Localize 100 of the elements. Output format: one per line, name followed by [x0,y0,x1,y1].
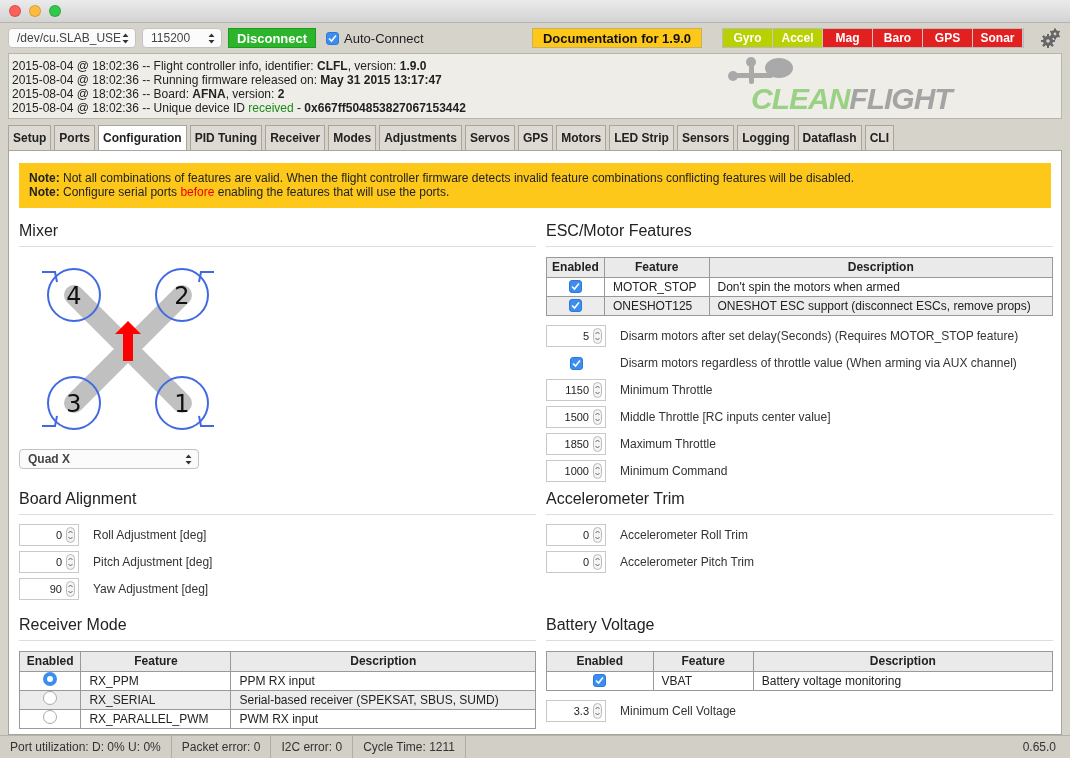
status-item: I2C error: 0 [271,736,354,758]
sensor-indicator: Mag [823,29,873,47]
number-field[interactable]: 0 [19,551,79,573]
spinner-icon[interactable] [593,463,602,479]
tab[interactable]: Ports [54,125,96,150]
spinner-icon[interactable] [593,436,602,452]
note-text: Note: Configure serial ports before enabling the features that will use the ports. [29,186,451,199]
column-header: Enabled [546,651,654,672]
spinner-icon[interactable] [593,328,602,344]
section-title: Mixer [19,222,536,247]
tab[interactable]: Receiver [265,125,326,150]
column-header: Description [709,257,1053,278]
tab[interactable]: Motors [556,125,607,150]
setting-label: Minimum Cell Voltage [620,704,737,718]
table-cell: RX_PPM [80,671,231,691]
radio-button[interactable] [43,691,58,705]
number-field[interactable]: 0 [546,551,606,573]
zoom-icon[interactable] [49,5,61,17]
column-header: Enabled [19,651,81,672]
log-line: 2015-08-04 @ 18:02:36 -- Running firmware released on: May 31 2015 13:17:47 [12,73,443,87]
radio-button[interactable] [43,672,58,686]
log-line: 2015-08-04 @ 18:02:36 -- Board: AFNA, version: 2 [12,87,286,101]
tab[interactable]: Adjustments [379,125,462,150]
spinner-icon[interactable] [593,527,602,543]
tab[interactable]: Configuration [98,125,187,150]
table-cell: RX_PARALLEL_PWM [80,709,231,729]
mixer-select[interactable]: Quad X [19,449,199,469]
section-title: Receiver Mode [19,616,536,641]
updown-caret-icon [122,32,129,44]
tab[interactable]: LED Strip [609,125,674,150]
setting-label: Minimum Throttle [620,383,713,397]
tab[interactable]: Setup [8,125,52,150]
tab[interactable]: Dataflash [797,125,862,150]
column-header: Feature [604,257,709,278]
table-cell: VBAT [653,671,754,691]
number-field[interactable]: 0 [546,524,606,546]
radio-button[interactable] [43,710,58,724]
setting-label: Pitch Adjustment [deg] [93,555,213,569]
documentation-button[interactable]: Documentation for 1.9.0 [532,28,702,48]
number-field[interactable]: 5 [546,325,606,347]
number-field[interactable]: 1150 [546,379,606,401]
setting-label: Accelerometer Roll Trim [620,528,749,542]
number-field[interactable]: 90 [19,578,79,600]
sensor-indicator: Accel [773,29,823,47]
checkbox[interactable] [326,31,340,45]
table-cell: Don't spin the motors when armed [709,277,1053,297]
tab[interactable]: GPS [517,125,554,150]
baud-select[interactable]: 115200 [142,28,222,48]
setting-label: Disarm motors after set delay(Seconds) (Requires MOTOR_STOP feature) [620,329,1019,343]
setting-label: Yaw Adjustment [deg] [93,582,209,596]
number-field[interactable]: 1500 [546,406,606,428]
number-field[interactable]: 1850 [546,433,606,455]
checkbox[interactable] [569,356,583,370]
column-header: Feature [653,651,754,672]
motor-number: 4 [66,282,82,310]
number-field[interactable]: 0 [19,524,79,546]
note-text: Note: Not all combinations of features are valid. When the flight controller firmware detects invalid feature combinations conflicting features will be disabled. [29,172,856,185]
tab[interactable]: Modes [328,125,377,150]
spinner-icon[interactable] [593,703,602,719]
minimize-icon[interactable] [29,5,41,17]
section-title: Battery Voltage [546,616,1053,641]
number-field[interactable]: 1000 [546,460,606,482]
column-header: Description [753,651,1053,672]
motor-number: 2 [174,282,190,310]
version-label: 0.65.0 [1022,740,1057,754]
checkbox[interactable] [568,280,582,293]
spinner-icon[interactable] [66,527,75,543]
section-title: ESC/Motor Features [546,222,1053,247]
setting-label: Maximum Throttle [620,437,716,451]
setting-label: Roll Adjustment [deg] [93,528,207,542]
checkbox[interactable] [593,674,607,687]
tab[interactable]: Servos [464,125,515,150]
table-cell: PWM RX input [231,709,536,729]
motor-number: 1 [174,390,190,418]
sensor-indicator: Baro [873,29,923,47]
spinner-icon[interactable] [593,382,602,398]
checkbox[interactable] [568,299,582,312]
tab[interactable]: CLI [864,125,894,150]
spinner-icon[interactable] [593,409,602,425]
spinner-icon[interactable] [66,581,75,597]
setting-label: Disarm motors regardless of throttle value (When arming via AUX channel) [620,356,1017,370]
section-title: Board Alignment [19,490,536,515]
setting-label: Middle Throttle [RC inputs center value] [620,410,831,424]
table-cell: PPM RX input [231,671,536,691]
tab[interactable]: Sensors [676,125,735,150]
port-select[interactable]: /dev/cu.SLAB_USE [8,28,136,48]
close-icon[interactable] [9,5,21,17]
sensor-indicator: GPS [923,29,973,47]
log-line: 2015-08-04 @ 18:02:36 -- Unique device ID received - 0x667ff504853827067153442 [12,101,466,115]
tab[interactable]: Logging [737,125,795,150]
column-header: Feature [80,651,231,672]
status-item: Port utilization: D: 0% U: 0% [0,736,172,758]
number-field[interactable]: 3.3 [546,700,606,722]
table-cell: MOTOR_STOP [604,277,709,297]
status-item: Cycle Time: 1211 [353,736,466,758]
spinner-icon[interactable] [593,554,602,570]
tab[interactable]: PID Tuning [189,125,263,150]
settings-icon[interactable] [1040,27,1062,49]
column-header: Description [231,651,536,672]
spinner-icon[interactable] [66,554,75,570]
